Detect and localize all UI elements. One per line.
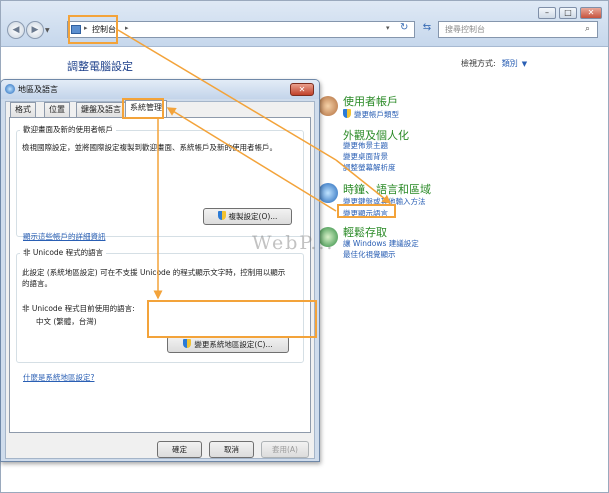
arrow-display-language-to-tab bbox=[166, 107, 337, 212]
arrow-breadcrumb-to-clock bbox=[117, 29, 337, 161]
arrow-clock-to-display-language bbox=[335, 159, 392, 204]
watermark: WebP... bbox=[252, 232, 335, 254]
